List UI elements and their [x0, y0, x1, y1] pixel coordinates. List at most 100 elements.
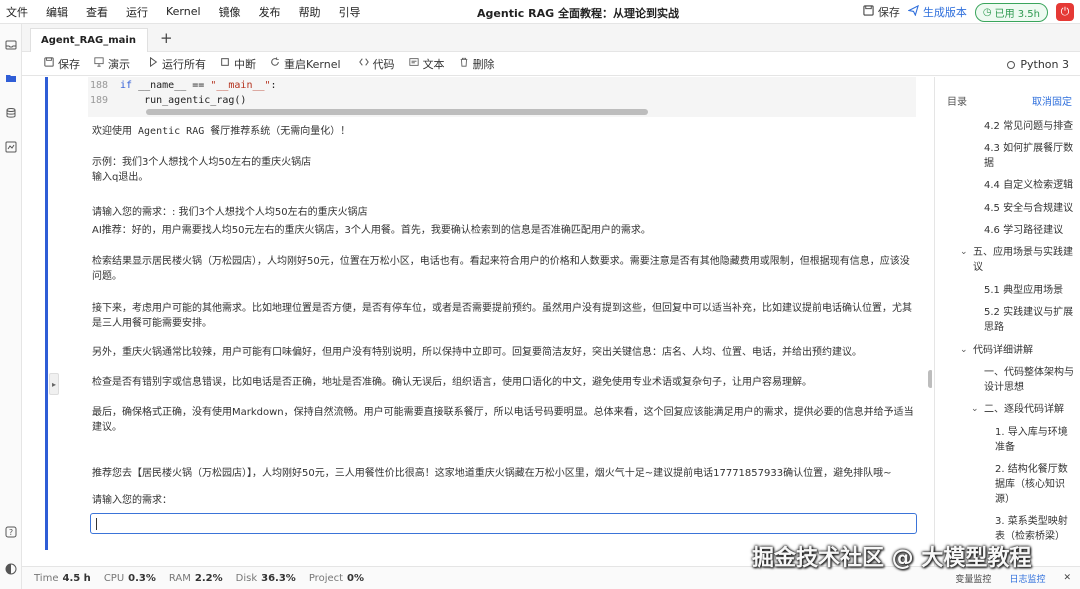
play-icon — [148, 56, 158, 70]
save-icon — [44, 57, 54, 70]
menu-kernel[interactable]: Kernel — [157, 5, 210, 18]
tab-agent-rag-main[interactable]: Agent_RAG_main — [30, 28, 148, 52]
status-ram-label: RAM — [168, 572, 191, 584]
database-icon[interactable] — [4, 106, 18, 120]
toc-item[interactable]: 4.4 自定义检索逻辑 — [984, 178, 1076, 193]
status-project: Project 0% — [309, 573, 364, 584]
collapse-panel-button[interactable]: ▸ — [49, 373, 59, 395]
power-icon: ⏻ — [1060, 5, 1070, 18]
menu-view[interactable]: 查看 — [77, 4, 117, 20]
output-ai-response: AI推荐：好的，用户需要找人均50元左右的重庆火锅店，3个人用餐。首先，我要确认… — [92, 225, 651, 236]
toolbar-text-button[interactable]: 文本 — [408, 56, 445, 72]
chevron-down-icon: ⌄ — [960, 345, 968, 355]
toolbar-run-all-button[interactable]: 运行所有 — [148, 56, 206, 72]
status-cpu-label: CPU — [103, 572, 125, 584]
toolbar-delete-label: 删除 — [472, 57, 495, 71]
status-time-label: Time — [34, 572, 59, 584]
toc-item[interactable]: 4.6 学习路径建议 — [984, 223, 1076, 238]
line-number: 188 — [90, 80, 109, 91]
power-button[interactable]: ⏻ — [1056, 3, 1074, 21]
toc-item[interactable]: 4.5 安全与合规建议 — [984, 201, 1076, 216]
toolbar-present-button[interactable]: 演示 — [94, 56, 130, 72]
save-icon — [863, 5, 874, 19]
code-keyword: if — [120, 80, 133, 91]
toc-item[interactable]: 4.3 如何扩展餐厅数据 — [984, 141, 1076, 171]
menu-edit[interactable]: 编辑 — [37, 4, 77, 20]
theme-toggle-icon[interactable] — [4, 562, 18, 576]
toolbar-interrupt-label: 中断 — [234, 57, 256, 71]
help-icon[interactable]: ? — [4, 525, 18, 539]
code-line: run_agentic_rag() — [120, 95, 247, 106]
output-paragraph: 接下来，考虑用户可能的其他需求。比如地理位置是否方便，是否有停车位，或者是否需要… — [92, 303, 912, 329]
toc-item[interactable]: 5.2 实践建议与扩展思路 — [984, 305, 1076, 335]
status-project-label: Project — [308, 572, 344, 584]
menu-help[interactable]: 帮助 — [290, 4, 330, 20]
toc-unpin-button[interactable]: 取消固定 — [1032, 93, 1072, 108]
toolbar-code-button[interactable]: 代码 — [358, 56, 395, 72]
tab-variable-monitor[interactable]: 变量监控 — [946, 572, 1000, 585]
tab-log-monitor[interactable]: 日志监控 — [1000, 572, 1054, 585]
line-number: 189 — [90, 95, 109, 106]
toc-panel: 目录 取消固定 4.2 常见问题与排查 4.3 如何扩展餐厅数据 4.4 自定义… — [934, 77, 1080, 566]
chevron-down-icon: ⌄ — [960, 247, 968, 257]
text-icon — [408, 57, 419, 70]
image-icon[interactable] — [4, 140, 18, 154]
chevron-right-icon: ▸ — [51, 379, 56, 389]
header-actions: 保存 生成版本 ◷ 已用 3.5h ⏻ — [863, 2, 1074, 22]
horizontal-scrollbar[interactable] — [146, 109, 648, 115]
menu-run[interactable]: 运行 — [117, 4, 157, 20]
output-paragraph: 检查是否有错别字或信息错误，比如电话是否正确，地址是否准确。确认无误后，组织语言… — [92, 377, 812, 388]
toolbar-interrupt-button[interactable]: 中断 — [220, 56, 256, 72]
output-welcome: 欢迎使用 Agentic RAG 餐厅推荐系统（无需向量化）！ — [92, 126, 351, 137]
status-ram-value: 2.2% — [194, 572, 223, 584]
kernel-name: Python 3 — [1020, 58, 1069, 71]
toc-section[interactable]: ⌄ 五、应用场景与实践建议 — [960, 245, 1073, 275]
toc-item[interactable]: 5.1 典型应用场景 — [984, 283, 1076, 298]
vertical-scrollbar[interactable] — [928, 370, 932, 388]
inbox-icon[interactable] — [4, 38, 18, 52]
notebook-tab-bar: Agent_RAG_main + — [22, 24, 1080, 52]
menu-guide[interactable]: 引导 — [330, 4, 370, 20]
chevron-down-icon: ⌄ — [971, 404, 979, 414]
close-icon[interactable]: ✕ — [1054, 573, 1080, 583]
toolbar-restart-kernel-button[interactable]: 重启Kernel — [270, 56, 341, 72]
kernel-status-icon — [1007, 60, 1016, 69]
kernel-indicator[interactable]: Python 3 — [1007, 58, 1069, 71]
status-disk: Disk 36.3% — [236, 573, 296, 584]
code-icon — [358, 57, 369, 70]
usage-time-badge: ◷ 已用 3.5h — [974, 2, 1048, 22]
user-input-field[interactable] — [90, 513, 917, 534]
output-paragraph: 另外，重庆火锅通常比较辣，用户可能有口味偏好，但用户没有特别说明，所以保持中立即… — [92, 347, 862, 358]
svg-text:?: ? — [9, 528, 13, 537]
add-tab-button[interactable]: + — [160, 29, 173, 47]
toc-item[interactable]: 2. 结构化餐厅数据库（核心知识源） — [995, 462, 1075, 507]
toc-item[interactable]: 一、代码整体架构与设计思想 — [984, 365, 1076, 395]
toc-section-label: 代码详细讲解 — [973, 345, 1033, 356]
status-project-value: 0% — [347, 572, 365, 584]
toc-section[interactable]: ⌄ 二、逐段代码详解 — [971, 402, 1076, 417]
status-disk-label: Disk — [235, 572, 258, 584]
toolbar-save-button[interactable]: 保存 — [44, 56, 80, 72]
notebook-content: ▸ 188 if __name__ == "__main__": 189 run… — [22, 77, 932, 566]
toolbar-delete-button[interactable]: 删除 — [459, 56, 495, 72]
toc-item[interactable]: 1. 导入库与环境准备 — [995, 425, 1075, 455]
toc-item[interactable]: 4.2 常见问题与排查 — [984, 119, 1076, 134]
menu-publish[interactable]: 发布 — [250, 4, 290, 20]
toc-section[interactable]: ⌄ 代码详细讲解 — [960, 343, 1073, 358]
trash-icon — [459, 57, 469, 70]
toc-header: 目录 — [947, 97, 967, 108]
toolbar-restart-kernel-label: 重启Kernel — [284, 57, 341, 71]
status-disk-value: 36.3% — [261, 572, 296, 584]
output-quit-hint: 输入q退出。 — [92, 172, 149, 183]
active-cell-indicator — [45, 77, 48, 550]
header-save-button[interactable]: 保存 — [863, 4, 900, 20]
menu-file[interactable]: 文件 — [0, 4, 37, 20]
output-example: 示例：我们3个人想找个人均50左右的重庆火锅店 — [92, 157, 312, 168]
status-ram: RAM 2.2% — [169, 573, 223, 584]
menu-image[interactable]: 镜像 — [210, 4, 250, 20]
status-time: Time 4.5 h — [34, 573, 91, 584]
generate-version-button[interactable]: 生成版本 — [907, 4, 967, 20]
header-save-label: 保存 — [877, 6, 900, 19]
left-activity-bar: ? — [0, 24, 22, 589]
folder-icon[interactable] — [4, 71, 18, 85]
